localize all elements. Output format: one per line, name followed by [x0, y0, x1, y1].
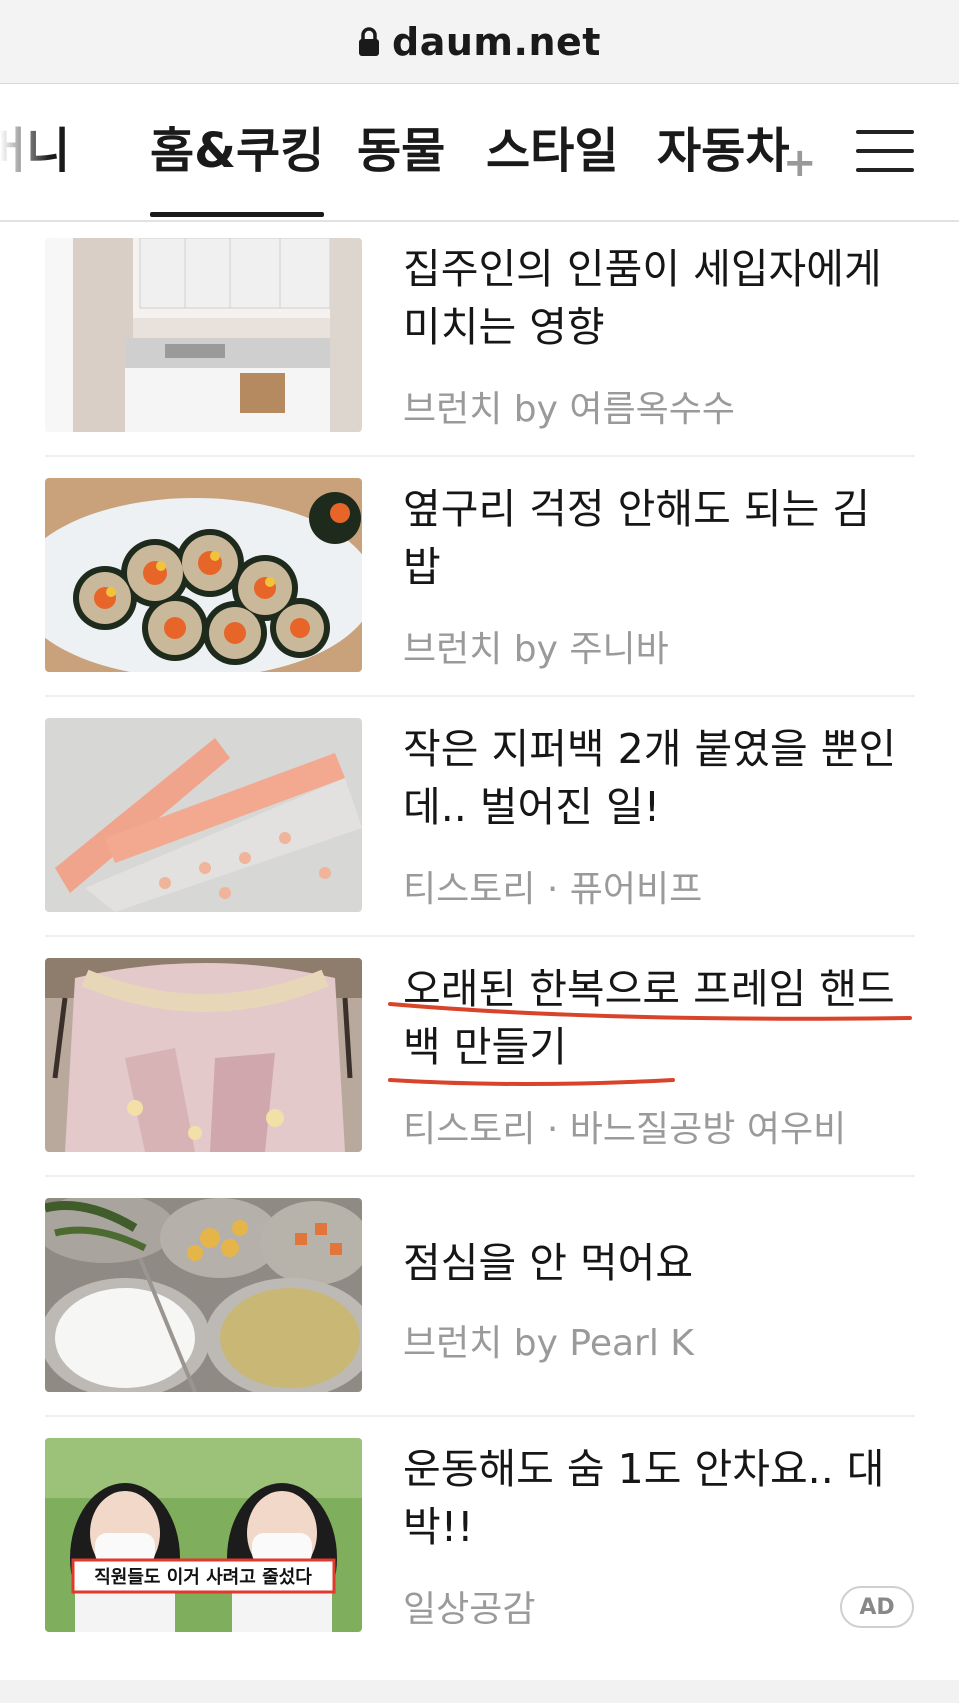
- article-thumbnail: [45, 1198, 362, 1392]
- article-title[interactable]: 점심을 안 먹어요: [403, 1234, 903, 1292]
- divider: [45, 695, 915, 697]
- article-title[interactable]: 옆구리 걱정 안해도 되는 김밥: [403, 480, 903, 596]
- divider: [45, 455, 915, 457]
- divider: [45, 935, 915, 937]
- tab-animals[interactable]: 동물: [357, 120, 445, 182]
- divider: [45, 1175, 915, 1177]
- ad-item[interactable]: 직원들도 이거 사려고 줄섰다 운동해도 숨 1도 안차요.. 대박!! 일상공…: [45, 1438, 915, 1632]
- article-title[interactable]: 오래된 한복으로 프레임 핸드백 만들기: [403, 960, 903, 1076]
- article-item[interactable]: 오래된 한복으로 프레임 핸드백 만들기 티스토리 · 바느질공방 여우비: [45, 958, 915, 1152]
- ad-thumb-caption: 직원들도 이거 사려고 줄섰다: [94, 1567, 312, 1588]
- bottom-strip: [0, 1680, 959, 1703]
- ad-badge: AD: [840, 1586, 914, 1628]
- article-source: 티스토리 · 바느질공방 여우비: [403, 1109, 847, 1150]
- article-title[interactable]: 집주인의 인품이 세입자에게 미치는 영향: [403, 240, 903, 356]
- article-item[interactable]: 옆구리 걱정 안해도 되는 김밥 브런치 by 주니바: [45, 478, 915, 672]
- url-text: daum.net: [392, 19, 601, 64]
- hamburger-menu-icon[interactable]: [856, 130, 914, 172]
- article-thumbnail: [45, 718, 362, 912]
- article-thumbnail: [45, 238, 362, 432]
- category-tabs: 머니 홈&쿠킹 동물 스타일 자동차 +: [0, 84, 959, 222]
- ad-thumbnail: 직원들도 이거 사려고 줄섰다: [45, 1438, 362, 1632]
- lock-icon: [358, 26, 380, 57]
- ad-source: 일상공감: [403, 1589, 536, 1630]
- address-bar[interactable]: daum.net: [0, 0, 959, 84]
- tab-home-cooking[interactable]: 홈&쿠킹: [150, 120, 325, 218]
- article-source: 브런치 by Pearl K: [403, 1323, 694, 1364]
- article-source: 티스토리 · 퓨어비프: [403, 869, 703, 910]
- ad-title[interactable]: 운동해도 숨 1도 안차요.. 대박!!: [403, 1440, 903, 1556]
- article-thumbnail: [45, 478, 362, 672]
- tab-car[interactable]: 자동차: [657, 120, 789, 182]
- article-item[interactable]: 작은 지퍼백 2개 붙였을 뿐인데.. 벌어진 일! 티스토리 · 퓨어비프: [45, 718, 915, 912]
- tab-fade: [0, 84, 50, 220]
- article-source: 브런치 by 주니바: [403, 629, 669, 670]
- divider: [45, 1415, 915, 1417]
- article-thumbnail: [45, 958, 362, 1152]
- article-title[interactable]: 작은 지퍼백 2개 붙였을 뿐인데.. 벌어진 일!: [403, 720, 903, 836]
- article-source: 브런치 by 여름옥수수: [403, 389, 736, 430]
- article-item[interactable]: 집주인의 인품이 세입자에게 미치는 영향 브런치 by 여름옥수수: [45, 238, 915, 432]
- tab-style[interactable]: 스타일: [486, 120, 618, 182]
- article-item[interactable]: 점심을 안 먹어요 브런치 by Pearl K: [45, 1198, 915, 1392]
- more-tabs-plus-icon[interactable]: +: [783, 140, 817, 186]
